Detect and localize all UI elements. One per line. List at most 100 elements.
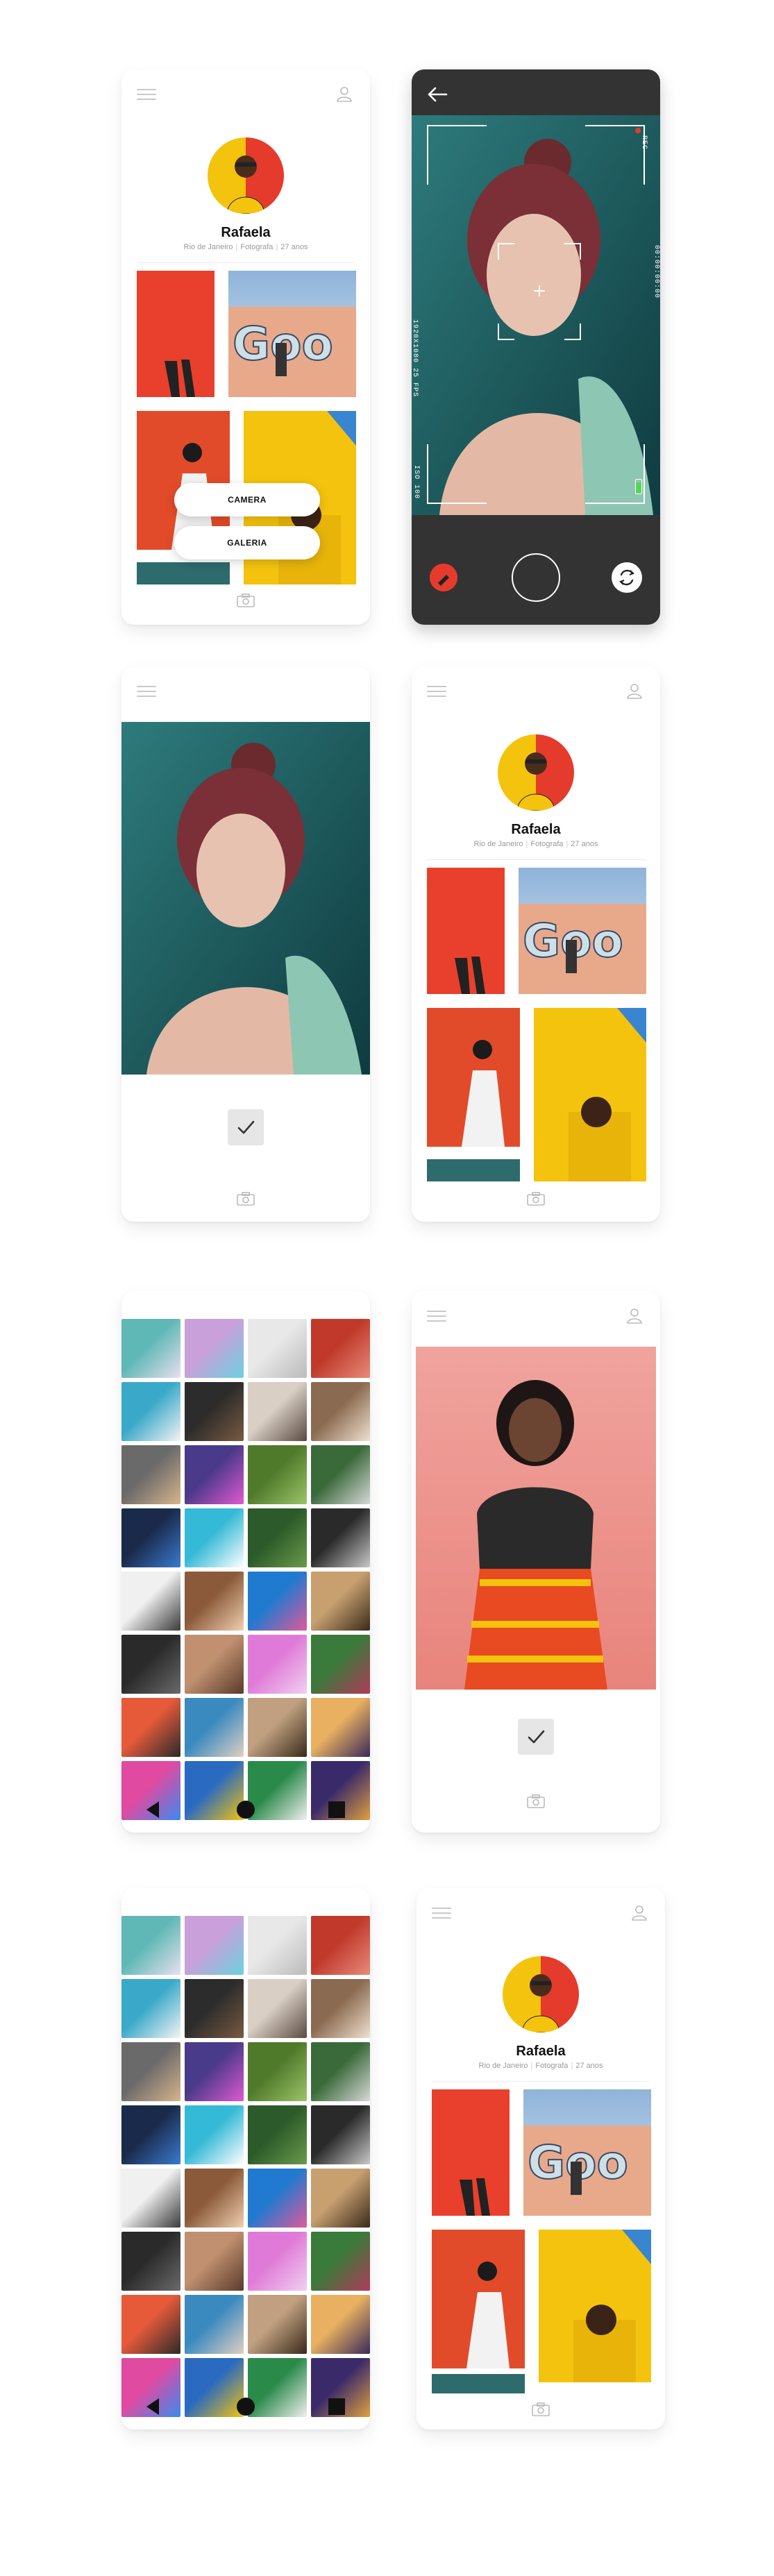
- gallery-thumbnail[interactable]: [311, 2105, 370, 2164]
- color-filter-button[interactable]: [430, 564, 457, 591]
- gallery-thumbnail[interactable]: [248, 2042, 307, 2101]
- gallery-thumbnail[interactable]: [311, 1572, 370, 1631]
- gallery-tile-mural[interactable]: Goo: [228, 271, 356, 397]
- confirm-check-button[interactable]: [228, 1109, 264, 1145]
- gallery-thumbnail[interactable]: [248, 2105, 307, 2164]
- gallery-thumbnail[interactable]: [121, 2169, 180, 2228]
- gallery-thumbnail[interactable]: [248, 1508, 307, 1567]
- user-icon[interactable]: [630, 1903, 648, 1921]
- profile-name: Rafaela: [516, 2044, 566, 2059]
- gallery-tile-red[interactable]: [427, 868, 505, 994]
- gallery-tile-dancer[interactable]: [432, 2230, 525, 2368]
- gallery-thumbnail[interactable]: [121, 1572, 180, 1631]
- gallery-thumbnail[interactable]: [185, 1319, 244, 1378]
- gallery-thumbnail[interactable]: [311, 1445, 370, 1504]
- gallery-thumbnail[interactable]: [185, 1979, 244, 2038]
- gallery-thumbnail[interactable]: [311, 1916, 370, 1975]
- camera-option-button[interactable]: CAMERA: [174, 483, 320, 516]
- gallery-thumbnail[interactable]: [311, 1319, 370, 1378]
- gallery-thumbnail[interactable]: [121, 2042, 180, 2101]
- gallery-thumbnail[interactable]: [185, 2105, 244, 2164]
- gallery-tile-red[interactable]: [432, 2089, 510, 2216]
- gallery-thumbnail[interactable]: [248, 1572, 307, 1631]
- switch-camera-icon[interactable]: [612, 562, 642, 593]
- gallery-thumbnail[interactable]: [121, 1382, 180, 1441]
- profile-meta: Rio de Janeiro | Fotografa | 27 anos: [478, 2062, 603, 2070]
- gallery-tile-yellow[interactable]: [539, 2230, 651, 2382]
- user-icon[interactable]: [625, 1306, 643, 1324]
- gallery-thumbnail[interactable]: [185, 2232, 244, 2291]
- phone-profile-updated: Rafaela Rio de Janeiro | Fotografa | 27 anos…: [417, 1888, 665, 2430]
- gallery-thumbnail[interactable]: [248, 1979, 307, 2038]
- gallery-thumbnail[interactable]: [121, 1698, 180, 1757]
- user-icon[interactable]: [625, 682, 643, 700]
- gallery-thumbnail[interactable]: [185, 1382, 244, 1441]
- gallery-tile-mural[interactable]: Goo: [519, 868, 646, 994]
- gallery-thumbnail[interactable]: [185, 2169, 244, 2228]
- camera-icon[interactable]: [236, 593, 255, 608]
- gallery-thumbnail[interactable]: [248, 1698, 307, 1757]
- camera-icon[interactable]: [526, 1191, 546, 1206]
- gallery-thumbnail[interactable]: [121, 2295, 180, 2354]
- gallery-thumbnail[interactable]: [311, 1508, 370, 1567]
- gallery-tile-red[interactable]: [137, 271, 214, 397]
- user-icon[interactable]: [335, 85, 353, 103]
- gallery-thumbnail[interactable]: [121, 2232, 180, 2291]
- gallery-thumbnail[interactable]: [311, 1635, 370, 1694]
- gallery-tile-yellow[interactable]: [534, 1008, 646, 1181]
- menu-icon[interactable]: [137, 89, 156, 101]
- back-arrow-icon[interactable]: [427, 86, 448, 103]
- confirm-check-button[interactable]: [518, 1719, 554, 1755]
- nav-home-button[interactable]: [237, 2398, 255, 2416]
- gallery-thumbnail[interactable]: [121, 1445, 180, 1504]
- gallery-thumbnail[interactable]: [185, 1445, 244, 1504]
- gallery-thumbnail[interactable]: [248, 1319, 307, 1378]
- camera-icon[interactable]: [526, 1794, 546, 1809]
- gallery-thumbnail[interactable]: [185, 1916, 244, 1975]
- gallery-thumbnail[interactable]: [248, 2169, 307, 2228]
- gallery-thumbnail[interactable]: [248, 2295, 307, 2354]
- gallery-thumbnail[interactable]: [121, 1979, 180, 2038]
- gallery-thumbnail[interactable]: [185, 1572, 244, 1631]
- gallery-thumbnail[interactable]: [185, 2042, 244, 2101]
- gallery-tile-mural[interactable]: Goo: [523, 2089, 651, 2216]
- gallery-thumbnail[interactable]: [248, 2232, 307, 2291]
- gallery-thumbnail[interactable]: [121, 1508, 180, 1567]
- gallery-tile-teal[interactable]: [432, 2374, 525, 2393]
- nav-home-button[interactable]: [237, 1801, 255, 1819]
- gallery-thumbnail[interactable]: [121, 1916, 180, 1975]
- gallery-thumbnail[interactable]: [311, 2232, 370, 2291]
- gallery-thumbnail[interactable]: [121, 1319, 180, 1378]
- gallery-thumbnail[interactable]: [248, 1635, 307, 1694]
- gallery-thumbnail[interactable]: [311, 2295, 370, 2354]
- nav-back-button[interactable]: [146, 1801, 159, 1818]
- gallery-tile-teal[interactable]: [427, 1159, 520, 1181]
- gallery-option-button[interactable]: GALERIA: [174, 526, 320, 559]
- gallery-thumbnail[interactable]: [311, 1382, 370, 1441]
- gallery-thumbnail[interactable]: [311, 1698, 370, 1757]
- menu-icon[interactable]: [137, 686, 156, 698]
- menu-icon[interactable]: [432, 1908, 451, 1920]
- nav-recent-button[interactable]: [328, 1801, 345, 1818]
- gallery-thumbnail[interactable]: [121, 1635, 180, 1694]
- menu-icon[interactable]: [427, 1311, 446, 1323]
- gallery-thumbnail[interactable]: [248, 1916, 307, 1975]
- gallery-tile-teal[interactable]: [137, 562, 230, 584]
- gallery-thumbnail[interactable]: [311, 2042, 370, 2101]
- gallery-thumbnail[interactable]: [248, 1445, 307, 1504]
- gallery-thumbnail[interactable]: [185, 1635, 244, 1694]
- gallery-thumbnail[interactable]: [185, 2295, 244, 2354]
- camera-icon[interactable]: [236, 1191, 255, 1206]
- nav-back-button[interactable]: [146, 2398, 159, 2415]
- gallery-thumbnail[interactable]: [185, 1698, 244, 1757]
- gallery-thumbnail[interactable]: [311, 1979, 370, 2038]
- gallery-thumbnail[interactable]: [248, 1382, 307, 1441]
- gallery-thumbnail[interactable]: [121, 2105, 180, 2164]
- nav-recent-button[interactable]: [328, 2398, 345, 2415]
- gallery-thumbnail[interactable]: [185, 1508, 244, 1567]
- menu-icon[interactable]: [427, 686, 446, 698]
- camera-icon[interactable]: [531, 2402, 550, 2417]
- gallery-tile-dancer[interactable]: [427, 1008, 520, 1147]
- gallery-thumbnail[interactable]: [311, 2169, 370, 2228]
- shutter-button[interactable]: [512, 553, 560, 602]
